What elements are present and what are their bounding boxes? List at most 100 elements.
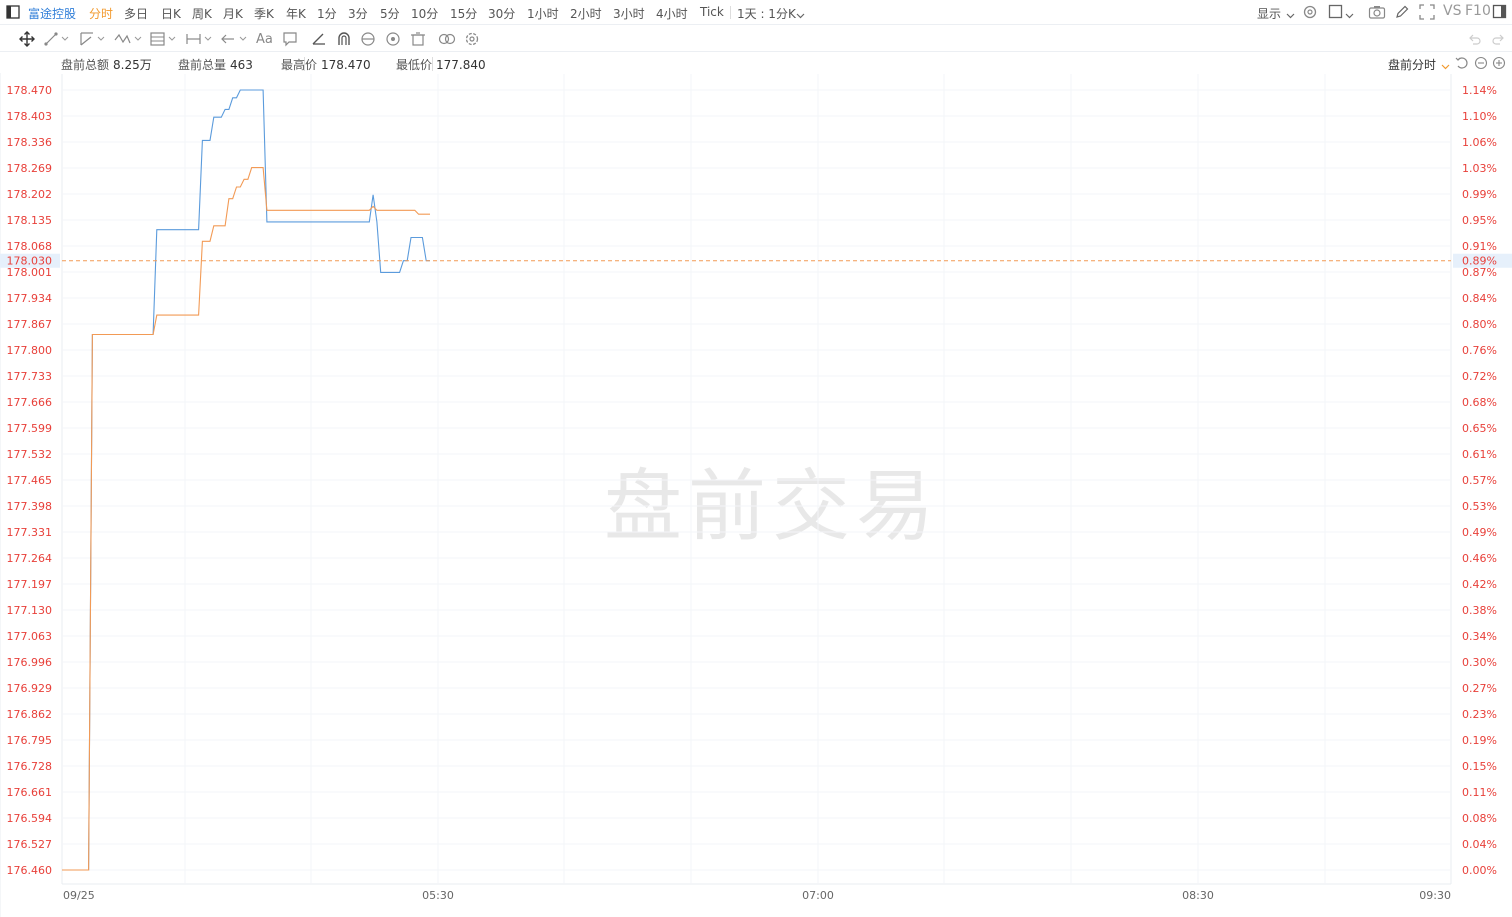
- trend-line-icon[interactable]: [44, 31, 70, 50]
- y-tick-right: 0.08%: [1462, 812, 1497, 825]
- tab-timeframe-7[interactable]: 1分: [317, 5, 337, 22]
- zoom-in-icon[interactable]: [1492, 56, 1506, 73]
- y-tick-right: 0.11%: [1462, 786, 1497, 799]
- tab-timeframe-2[interactable]: 日K: [161, 5, 181, 22]
- chevron-down-icon[interactable]: [1286, 8, 1295, 22]
- tab-timeframe-17[interactable]: Tick: [700, 5, 724, 19]
- vs-compare-button[interactable]: VS: [1443, 3, 1461, 19]
- y-tick-left: 176.862: [7, 708, 53, 721]
- chevron-down-icon[interactable]: [1441, 59, 1450, 73]
- trash-icon[interactable]: [410, 31, 426, 50]
- tab-timeframe-1[interactable]: 多日: [124, 5, 148, 22]
- y-tick-left: 177.532: [7, 448, 53, 461]
- gear-icon[interactable]: [464, 31, 480, 50]
- chevron-down-icon[interactable]: [796, 8, 805, 22]
- tab-timeframe-12[interactable]: 30分: [488, 5, 515, 22]
- y-tick-left: 177.331: [7, 526, 53, 539]
- tab-timeframe-5[interactable]: 季K: [254, 5, 274, 22]
- y-tick-right: 0.53%: [1462, 500, 1497, 513]
- measure-icon[interactable]: [185, 31, 213, 50]
- y-tick-left: 177.867: [7, 318, 53, 331]
- x-tick: 09/25: [63, 889, 95, 902]
- display-menu[interactable]: 显示: [1257, 5, 1281, 22]
- magnet-icon[interactable]: [336, 31, 352, 50]
- reset-icon[interactable]: [1455, 56, 1469, 73]
- amount-stat: 盘前总额 8.25万: [61, 56, 152, 73]
- redo-icon[interactable]: [1491, 31, 1507, 50]
- fullscreen-icon[interactable]: [1419, 4, 1435, 23]
- tab-timeframe-11[interactable]: 15分: [450, 5, 477, 22]
- comment-icon[interactable]: [282, 31, 298, 50]
- intraday-chart[interactable]: 178.470 1.14% 178.403 1.10% 178.336 1.06% 178.…: [0, 73, 1512, 917]
- y-tick-right: 0.95%: [1462, 214, 1497, 227]
- y-tick-left: 177.800: [7, 344, 53, 357]
- lock-drawing-icon[interactable]: [360, 31, 376, 50]
- chevron-down-icon[interactable]: [1345, 8, 1354, 22]
- tab-timeframe-6[interactable]: 年K: [286, 5, 306, 22]
- y-tick-left: 176.661: [7, 786, 53, 799]
- low-stat: 最低价 177.840: [396, 56, 486, 73]
- y-tick-left: 177.465: [7, 474, 53, 487]
- tab-timeframe-8[interactable]: 3分: [348, 5, 368, 22]
- tab-timeframe-13[interactable]: 1小时: [527, 5, 559, 22]
- tab-timeframe-4[interactable]: 月K: [223, 5, 243, 22]
- y-tick-left: 177.733: [7, 370, 53, 383]
- fibonacci-icon[interactable]: [150, 31, 178, 50]
- y-tick-right: 0.34%: [1462, 630, 1497, 643]
- y-tick-right: 0.57%: [1462, 474, 1497, 487]
- arrow-left-icon[interactable]: [220, 31, 248, 50]
- tab-timeframe-9[interactable]: 5分: [380, 5, 400, 22]
- y-tick-right: 0.30%: [1462, 656, 1497, 669]
- y-tick-left: 178.269: [7, 162, 53, 175]
- sidebar-toggle-icon[interactable]: [6, 5, 20, 22]
- undo-icon[interactable]: [1466, 31, 1482, 50]
- y-tick-right: 0.61%: [1462, 448, 1497, 461]
- x-tick: 08:30: [1182, 889, 1214, 902]
- panel-toggle-icon[interactable]: [1492, 4, 1508, 23]
- period-selector[interactable]: 1天 : 1分K: [737, 5, 796, 22]
- y-tick-right: 0.38%: [1462, 604, 1497, 617]
- y-tick-right: 0.00%: [1462, 864, 1497, 877]
- link-icon[interactable]: [438, 31, 456, 50]
- stock-name[interactable]: 富途控股: [28, 5, 76, 22]
- y-tick-right: 0.46%: [1462, 552, 1497, 565]
- tab-timeframe-10[interactable]: 10分: [411, 5, 438, 22]
- y-tick-left: 176.460: [7, 864, 53, 877]
- visibility-icon[interactable]: [385, 31, 401, 50]
- y-tick-left: 178.403: [7, 110, 53, 123]
- y-tick-left: 178.068: [7, 240, 53, 253]
- y-tick-right: 0.04%: [1462, 838, 1497, 851]
- volume-value: 463: [230, 58, 253, 72]
- y-tick-right: 0.80%: [1462, 318, 1497, 331]
- y-tick-left: 177.063: [7, 630, 53, 643]
- x-tick: 05:30: [422, 889, 454, 902]
- tab-timeframe-0[interactable]: 分时: [89, 5, 113, 22]
- camera-icon[interactable]: [1368, 4, 1386, 23]
- pencil-icon[interactable]: [1394, 4, 1410, 23]
- tab-timeframe-3[interactable]: 周K: [192, 5, 212, 22]
- chart-mode-selector[interactable]: 盘前分时: [1388, 56, 1436, 73]
- y-tick-right: 1.10%: [1462, 110, 1497, 123]
- y-tick-left: 176.795: [7, 734, 53, 747]
- tab-timeframe-14[interactable]: 2小时: [570, 5, 602, 22]
- ray-line-icon[interactable]: [79, 31, 107, 50]
- angle-icon[interactable]: [311, 31, 327, 50]
- amount-value: 8.25万: [113, 58, 152, 72]
- zoom-out-icon[interactable]: [1474, 56, 1488, 73]
- y-tick-left: 178.470: [7, 84, 53, 97]
- text-tool-icon[interactable]: Aa: [256, 32, 273, 47]
- y-tick-right: 0.72%: [1462, 370, 1497, 383]
- low-value: 177.840: [436, 58, 486, 72]
- tab-timeframe-15[interactable]: 3小时: [613, 5, 645, 22]
- move-icon[interactable]: [19, 31, 35, 50]
- y-tick-left: 176.929: [7, 682, 53, 695]
- settings-icon[interactable]: [1302, 4, 1318, 23]
- layout-icon[interactable]: [1328, 4, 1344, 23]
- f10-button[interactable]: F10: [1465, 3, 1491, 19]
- y-tick-left: 178.336: [7, 136, 53, 149]
- tab-timeframe-16[interactable]: 4小时: [656, 5, 688, 22]
- y-tick-right: 0.42%: [1462, 578, 1497, 591]
- volume-stat: 盘前总量 463: [178, 56, 253, 73]
- y-tick-left: 177.599: [7, 422, 53, 435]
- wave-icon[interactable]: [114, 31, 142, 50]
